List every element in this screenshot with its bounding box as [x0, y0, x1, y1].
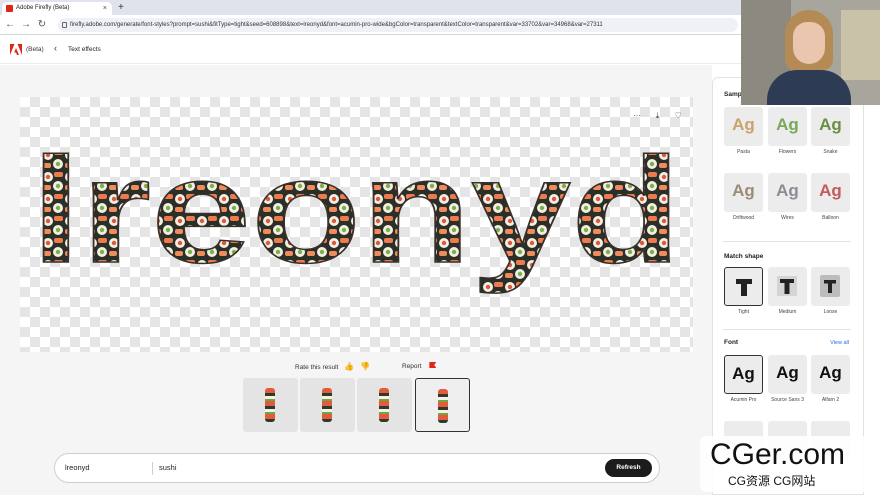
result-canvas: ··· ⤓ ♡ lreonyd Rate this result 👍 👎 Rep…	[20, 97, 693, 371]
font-label: Acumin Pro	[730, 397, 757, 403]
breadcrumb[interactable]: Text effects	[68, 46, 101, 53]
sample-card-wires[interactable]: Ag	[768, 173, 807, 212]
prompt-input[interactable]: sushi	[159, 463, 177, 472]
loose-t-icon	[820, 275, 840, 297]
sample-label: Snake	[823, 149, 838, 155]
sample-label: Wires	[781, 215, 794, 221]
sample-label: Pasta	[737, 149, 750, 155]
font-glyph: Ag	[819, 363, 842, 382]
new-tab-icon[interactable]: +	[118, 0, 124, 15]
prompt-bar: lreonyd sushi Refresh	[54, 453, 660, 483]
thumbnail-1[interactable]	[243, 378, 298, 432]
thumbnail-glyph	[379, 388, 389, 422]
thumbnail-glyph	[265, 388, 275, 422]
font-glyph: Ag	[776, 363, 799, 382]
download-icon[interactable]: ⤓	[651, 110, 665, 122]
medium-t-icon	[777, 276, 797, 296]
lock-icon	[62, 22, 67, 28]
flag-icon	[429, 362, 437, 368]
watermark-title: CGer.com	[710, 438, 846, 471]
font-acumin-pro-option[interactable]: Ag	[724, 355, 763, 394]
font-source-sans-option[interactable]: Ag	[768, 355, 807, 394]
beta-label: (Beta)	[26, 46, 44, 53]
sample-card-snake[interactable]: Ag	[811, 107, 850, 146]
font-alfarn-option[interactable]: Ag	[811, 355, 850, 394]
thumbnail-glyph	[322, 388, 332, 422]
thumbnail-2[interactable]	[300, 378, 355, 432]
match-shape-title: Match shape	[724, 253, 764, 260]
more-options-icon[interactable]: ···	[630, 110, 644, 122]
thumbnail-3[interactable]	[357, 378, 412, 432]
sample-glyph: Ag	[732, 181, 755, 200]
sample-glyph: Ag	[776, 181, 799, 200]
sample-card-pasta[interactable]: Ag	[724, 107, 763, 146]
tab-close-icon[interactable]: ×	[103, 2, 107, 15]
back-arrow-icon[interactable]: ←	[4, 17, 16, 33]
font-label: Alfarn 2	[821, 397, 840, 403]
rate-label: Rate this result	[295, 364, 339, 371]
back-chevron-icon[interactable]: ‹	[54, 43, 57, 53]
adobe-logo-icon[interactable]	[10, 44, 22, 55]
thumbnail-4-selected[interactable]	[415, 378, 470, 432]
thumbs-down-icon[interactable]: 👎	[360, 362, 370, 371]
shape-label: Medium	[778, 309, 797, 315]
shape-label: Tight	[738, 309, 749, 315]
shape-label: Loose	[823, 309, 838, 315]
presenter-face	[793, 22, 825, 64]
url-input[interactable]: firefly.adobe.com/generate/font-styles?p…	[58, 18, 738, 32]
sample-card-balloon[interactable]: Ag	[811, 173, 850, 212]
sample-label: Balloon	[822, 215, 839, 221]
thumbs-up-icon[interactable]: 👍	[344, 362, 354, 371]
shape-tight-option[interactable]	[724, 267, 763, 306]
font-glyph: Ag	[732, 364, 755, 383]
prompt-divider	[152, 462, 153, 475]
url-text: firefly.adobe.com/generate/font-styles?p…	[70, 22, 603, 28]
font-title: Font	[724, 339, 739, 346]
settings-panel: Samp Ag Ag Ag Pasta Flowers Snake Ag Ag …	[712, 77, 864, 495]
text-effect-preview: lreonyd	[30, 127, 682, 295]
report-label: Report	[402, 363, 422, 370]
favorite-icon[interactable]: ♡	[671, 110, 685, 122]
reload-icon[interactable]: ↻	[36, 17, 48, 33]
watermark: CGer.com CG资源 CG网站	[700, 436, 875, 492]
presenter-body	[767, 70, 851, 105]
sample-glyph: Ag	[776, 115, 799, 134]
sample-card-flowers[interactable]: Ag	[768, 107, 807, 146]
main-workspace: ··· ⤓ ♡ lreonyd Rate this result 👍 👎 Rep…	[0, 65, 712, 495]
tight-t-icon	[736, 279, 752, 296]
view-all-link[interactable]: View all	[830, 340, 849, 346]
refresh-button[interactable]: Refresh	[605, 459, 652, 477]
preview-text: lreonyd	[31, 127, 681, 294]
sample-card-driftwood[interactable]: Ag	[724, 173, 763, 212]
sample-label: Driftwood	[732, 215, 755, 221]
adobe-favicon-icon	[6, 5, 13, 12]
shape-loose-option[interactable]	[811, 267, 850, 306]
sample-glyph: Ag	[819, 181, 842, 200]
webcam-overlay	[741, 0, 880, 105]
sample-label: Flowers	[778, 149, 797, 155]
shape-medium-option[interactable]	[768, 267, 807, 306]
watermark-subtitle: CG资源 CG网站	[728, 474, 816, 488]
forward-arrow-icon[interactable]: →	[20, 17, 32, 33]
section-divider	[723, 241, 851, 242]
sample-glyph: Ag	[819, 115, 842, 134]
rate-result: Rate this result 👍 👎	[295, 362, 370, 371]
font-label: Source Sans 3	[771, 397, 804, 403]
text-input[interactable]: lreonyd	[65, 463, 90, 472]
sample-glyph: Ag	[732, 115, 755, 134]
thumbnail-glyph	[438, 389, 448, 423]
webcam-background	[841, 10, 880, 80]
report-link[interactable]: Report	[402, 362, 437, 370]
canvas-toolbar: ··· ⤓ ♡	[628, 105, 685, 123]
samples-title: Samp	[724, 91, 742, 98]
section-divider	[723, 329, 851, 330]
tab-title: Adobe Firefly (Beta)	[16, 5, 70, 11]
browser-tab[interactable]: Adobe Firefly (Beta) ×	[2, 2, 112, 15]
